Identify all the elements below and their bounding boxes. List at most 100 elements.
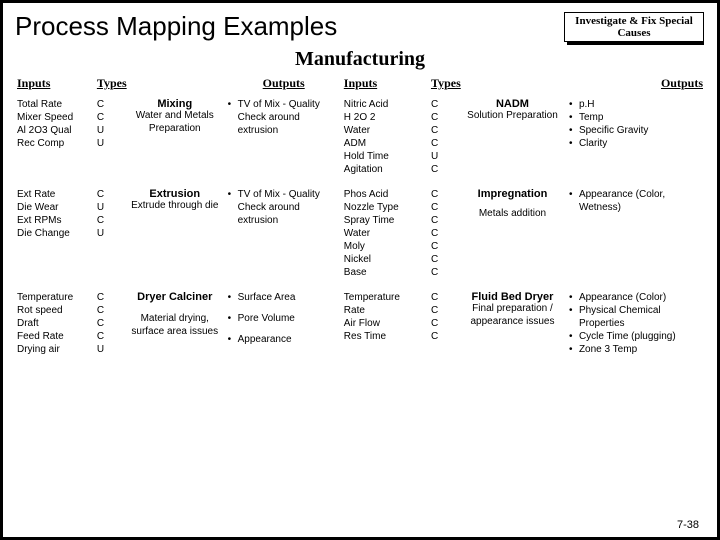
r3-inputs: Temperature Rate Air Flow Res Time — [342, 290, 429, 357]
r3-in3: Res Time — [344, 331, 386, 342]
r1-ty5: C — [431, 164, 438, 175]
r2-in4: Moly — [344, 241, 365, 252]
l2-step: Extrusion Extrude through die — [124, 187, 226, 280]
r2-in2: Spray Time — [344, 215, 395, 226]
r2-step: Impregnation Metals addition — [458, 187, 567, 280]
r2-in1: Nozzle Type — [344, 202, 399, 213]
l2-step-title: Extrusion — [126, 188, 224, 200]
badge-line1: Investigate & Fix Special — [575, 15, 693, 27]
r3-out2: Cycle Time (plugging) — [569, 330, 703, 343]
l3-step-sub: Material drying, surface area issues — [126, 313, 224, 338]
r2-in6: Base — [344, 267, 367, 278]
l3-ty0: C — [97, 292, 104, 303]
badge-line2: Causes — [617, 27, 650, 39]
row-2: Ext Rate Die Wear Ext RPMs Die Change C … — [15, 187, 705, 280]
subtitle: Manufacturing — [15, 48, 705, 71]
r2-ty4: C — [431, 241, 438, 252]
r3-ty0: C — [431, 292, 438, 303]
l1-step: Mixing Water and Metals Preparation — [124, 97, 226, 177]
r1-step: NADM Solution Preparation — [458, 97, 567, 177]
l2-step-sub: Extrude through die — [126, 200, 224, 213]
l1-in3: Rec Comp — [17, 138, 64, 149]
r3-out3: Zone 3 Temp — [569, 343, 703, 356]
r3-step: Fluid Bed Dryer Final preparation / appe… — [458, 290, 567, 357]
r1-ty1: C — [431, 112, 438, 123]
l3-inputs: Temperature Rot speed Draft Feed Rate Dr… — [15, 290, 95, 357]
l2-in3: Die Change — [17, 228, 70, 239]
r2-ty6: C — [431, 267, 438, 278]
r1-out2: Specific Gravity — [569, 124, 703, 137]
r1-ty2: C — [431, 125, 438, 136]
r2-in0: Phos Acid — [344, 189, 388, 200]
l3-out: Surface Area Pore Volume Appearance — [226, 290, 342, 357]
main-table: Inputs Types Outputs Inputs Types Output… — [15, 75, 705, 357]
l3-step-title: Dryer Calciner — [126, 291, 224, 303]
hdr-types-r: Types — [429, 75, 458, 97]
l1-inputs: Total Rate Mixer Speed Al 2O3 Qual Rec C… — [15, 97, 95, 177]
hdr-outputs-r: Outputs — [567, 75, 705, 97]
r1-out: p.H Temp Specific Gravity Clarity — [567, 97, 705, 177]
hdr-inputs-l: Inputs — [15, 75, 95, 97]
l2-out0: TV of Mix - Quality Check around extrusi… — [228, 188, 340, 227]
r3-step-title: Fluid Bed Dryer — [460, 291, 565, 303]
r1-in0: Nitric Acid — [344, 99, 388, 110]
page-number: 7-38 — [677, 519, 699, 531]
r3-in0: Temperature — [344, 292, 400, 303]
l1-in2: Al 2O3 Qual — [17, 125, 71, 136]
row-1: Total Rate Mixer Speed Al 2O3 Qual Rec C… — [15, 97, 705, 177]
l1-step-sub: Water and Metals Preparation — [126, 110, 224, 135]
l1-in0: Total Rate — [17, 99, 62, 110]
r2-inputs: Phos Acid Nozzle Type Spray Time Water M… — [342, 187, 429, 280]
r1-ty0: C — [431, 99, 438, 110]
r2-ty2: C — [431, 215, 438, 226]
r3-out: Appearance (Color) Physical Chemical Pro… — [567, 290, 705, 357]
r3-ty3: C — [431, 331, 438, 342]
r3-ty1: C — [431, 305, 438, 316]
badge-box: Investigate & Fix Special Causes — [564, 12, 704, 42]
l3-ty1: C — [97, 305, 104, 316]
r1-step-sub: Solution Preparation — [460, 110, 565, 123]
l1-out: TV of Mix - Quality Check around extrusi… — [226, 97, 342, 177]
r2-ty3: C — [431, 228, 438, 239]
l2-in2: Ext RPMs — [17, 215, 61, 226]
r1-in4: Hold Time — [344, 151, 389, 162]
l2-in1: Die Wear — [17, 202, 59, 213]
l2-types: C U C U — [95, 187, 124, 280]
l3-ty2: C — [97, 318, 104, 329]
r3-ty2: C — [431, 318, 438, 329]
l3-types: C C C C U — [95, 290, 124, 357]
l3-out0: Surface Area — [228, 291, 340, 304]
l2-ty0: C — [97, 189, 104, 200]
l3-in4: Drying air — [17, 344, 60, 355]
l2-ty1: U — [97, 202, 104, 213]
l2-ty3: U — [97, 228, 104, 239]
l1-step-title: Mixing — [126, 98, 224, 110]
r3-step-sub: Final preparation / appearance issues — [460, 303, 565, 328]
r2-ty5: C — [431, 254, 438, 265]
l3-step: Dryer Calciner Material drying, surface … — [124, 290, 226, 357]
r2-types: C C C C C C C — [429, 187, 458, 280]
l1-ty2: U — [97, 125, 104, 136]
r2-step-sub: Metals addition — [460, 208, 565, 221]
l3-in2: Draft — [17, 318, 39, 329]
r1-inputs: Nitric Acid H 2O 2 Water ADM Hold Time A… — [342, 97, 429, 177]
r1-ty4: U — [431, 151, 438, 162]
r3-in2: Air Flow — [344, 318, 380, 329]
r2-in3: Water — [344, 228, 370, 239]
hdr-inputs-r: Inputs — [342, 75, 429, 97]
l3-out1: Pore Volume — [228, 312, 340, 325]
l3-ty4: U — [97, 344, 104, 355]
r1-ty3: C — [431, 138, 438, 149]
r2-ty0: C — [431, 189, 438, 200]
l3-ty3: C — [97, 331, 104, 342]
r3-types: C C C C — [429, 290, 458, 357]
l1-types: C C U U — [95, 97, 124, 177]
badge-container: Investigate & Fix Special Causes — [564, 12, 704, 42]
l1-ty0: C — [97, 99, 104, 110]
r1-in3: ADM — [344, 138, 366, 149]
l3-out2: Appearance — [228, 333, 340, 346]
l2-inputs: Ext Rate Die Wear Ext RPMs Die Change — [15, 187, 95, 280]
l1-ty1: C — [97, 112, 104, 123]
l2-in0: Ext Rate — [17, 189, 55, 200]
r1-step-title: NADM — [460, 98, 565, 110]
